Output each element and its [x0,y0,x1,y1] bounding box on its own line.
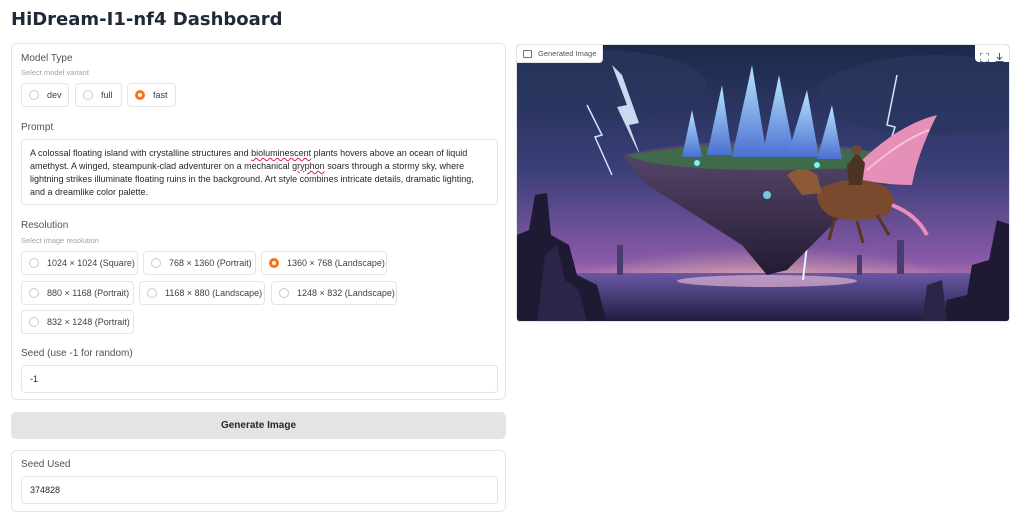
radio-res-1248x832[interactable]: 1248 × 832 (Landscape) [271,281,397,305]
prompt-line: lightning strikes illuminate floating ru… [30,174,474,184]
radio-label: fast [153,90,168,100]
radio-res-832x1248[interactable]: 832 × 1248 (Portrait) [21,310,134,334]
image-label-tag: Generated Image [517,45,604,63]
image-label: Generated Image [538,49,597,58]
radio-dot [29,288,39,298]
seed-used-field[interactable]: 374828 [21,476,498,504]
radio-label: 880 × 1168 (Portrait) [47,288,130,298]
generate-image-button[interactable]: Generate Image [11,412,506,439]
radio-model-fast[interactable]: fast [127,83,176,107]
radio-label: 832 × 1248 (Portrait) [47,317,130,327]
prompt-line: amethyst. A winged, steampunk-clad adven… [30,161,465,171]
radio-dot-selected [135,90,145,100]
radio-res-1360x768[interactable]: 1360 × 768 (Landscape) [261,251,387,275]
radio-label: 1168 × 880 (Landscape) [165,288,263,298]
fullscreen-icon[interactable] [979,49,990,63]
radio-label: 768 × 1360 (Portrait) [169,258,252,268]
prompt-line: and a dreamlike color palette. [30,187,149,197]
radio-dot [279,288,289,298]
radio-dot [29,258,39,268]
resolution-label: Resolution [21,220,69,231]
seed-used-label: Seed Used [21,459,71,470]
radio-label: dev [47,90,62,100]
prompt-textarea[interactable]: A colossal floating island with crystall… [21,139,498,205]
page-title: HiDream-I1-nf4 Dashboard [11,9,283,30]
model-type-label: Model Type [21,53,73,64]
seed-used-value: 374828 [30,485,61,495]
radio-dot [29,90,39,100]
image-toolbar [975,45,1009,63]
radio-model-full[interactable]: full [75,83,122,107]
settings-panel: Model Type Select model variant dev full… [11,43,506,400]
image-icon [523,49,532,58]
seed-input[interactable]: -1 [21,365,498,393]
radio-res-768x1360[interactable]: 768 × 1360 (Portrait) [143,251,256,275]
radio-label: 1024 × 1024 (Square) [47,258,135,268]
radio-dot [147,288,157,298]
radio-res-1024x1024[interactable]: 1024 × 1024 (Square) [21,251,138,275]
prompt-label: Prompt [21,122,54,133]
seed-used-panel: Seed Used 374828 [11,450,506,512]
radio-res-1168x880[interactable]: 1168 × 880 (Landscape) [139,281,265,305]
radio-label: 1360 × 768 (Landscape) [287,258,385,268]
seed-label: Seed (use -1 for random) [21,348,133,359]
radio-model-dev[interactable]: dev [21,83,69,107]
radio-dot [83,90,93,100]
radio-dot-selected [269,258,279,268]
generated-image [517,45,1009,321]
radio-label: 1248 × 832 (Landscape) [297,288,395,298]
model-type-hint: Select model variant [21,68,89,77]
seed-value: -1 [30,374,39,384]
resolution-hint: Select image resolution [21,236,99,245]
radio-dot [151,258,161,268]
generated-image-panel: Generated Image [516,44,1010,322]
radio-dot [29,317,39,327]
radio-res-880x1168[interactable]: 880 × 1168 (Portrait) [21,281,134,305]
prompt-line: A colossal floating island with crystall… [30,148,468,158]
radio-label: full [101,90,113,100]
download-icon[interactable] [995,49,1004,62]
